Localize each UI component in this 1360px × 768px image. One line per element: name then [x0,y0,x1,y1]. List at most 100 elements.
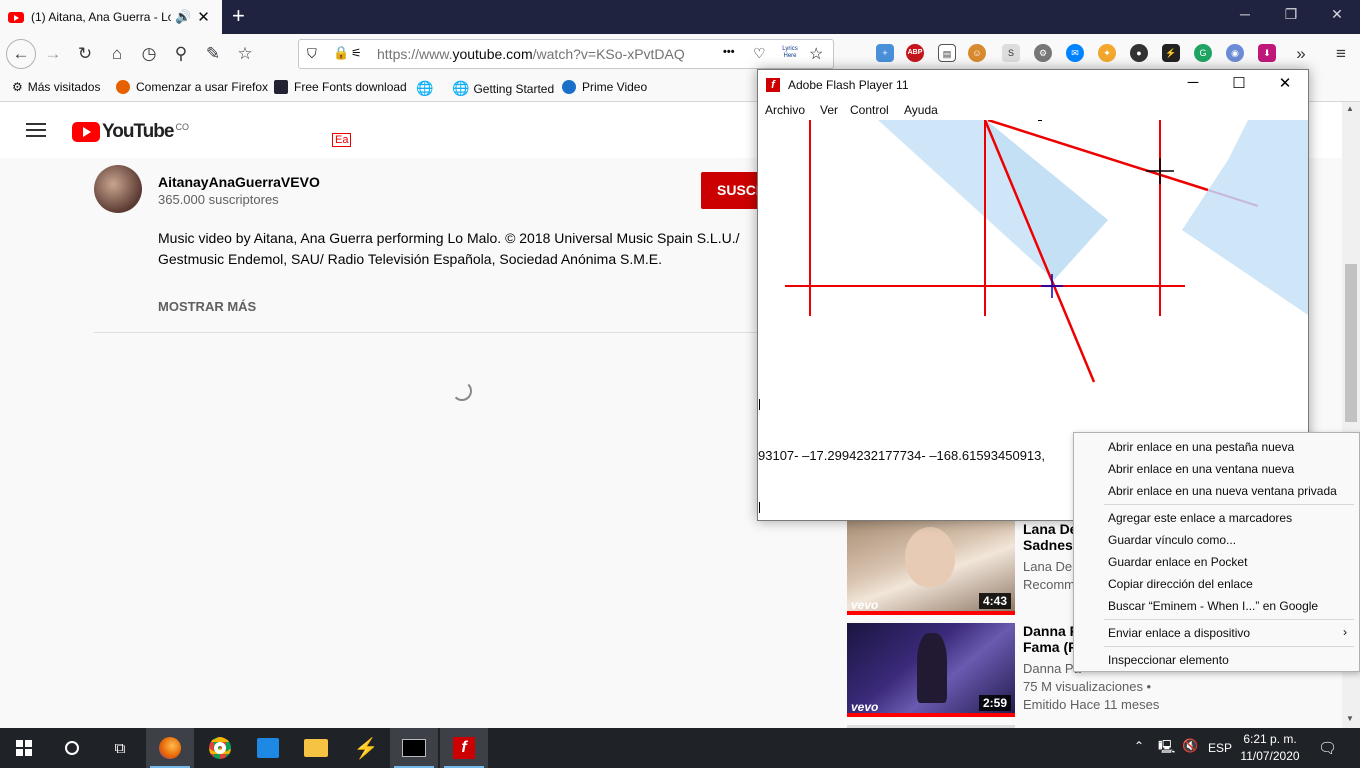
bookmark-getting-started[interactable]: 🌐 Getting Started [452,80,554,97]
notifications-icon[interactable]: 🗨 [1318,739,1337,757]
grammarly-icon[interactable]: G [1194,44,1212,62]
overflow-chevron-icon[interactable]: » [1288,41,1314,67]
bookmark-prime-video[interactable]: Prime Video [562,80,647,94]
browser-tab[interactable]: (1) Aitana, Ana Guerra - Lo M 🔊 ✕ [0,0,222,34]
ctx-send-to-device[interactable]: Enviar enlace a dispositivo [1108,626,1250,640]
reader-icon[interactable]: ▤ [938,44,956,62]
ctx-open-new-tab[interactable]: Abrir enlace en una pestaña nueva [1108,440,1294,454]
youtube-logo[interactable]: YouTube CO [72,121,189,143]
ctx-open-new-window[interactable]: Abrir enlace en una ventana nueva [1108,462,1294,476]
flash-maximize-button[interactable]: ☐ [1216,74,1262,92]
monkey-extension-icon[interactable]: ☺ [968,44,986,62]
channel-name[interactable]: AitanayAnaGuerraVEVO [158,174,320,190]
task-view-icon[interactable]: ⧉ [96,728,144,768]
scrollbar-thumb[interactable] [1345,264,1357,422]
related-video-channel: Lana Del [1023,559,1076,574]
clock-date: 11/07/2020 [1240,749,1300,763]
language-indicator[interactable]: ESP [1208,741,1232,755]
text-cursor [759,502,760,513]
forward-button[interactable]: → [40,41,66,67]
adblock-plus-icon[interactable]: ABP [906,44,924,62]
pocket-icon[interactable]: ♡ [753,45,766,62]
bookmark-free-fonts[interactable]: Free Fonts download [274,80,407,94]
s-extension-icon[interactable]: S [1002,44,1020,62]
network-icon[interactable]: 🖳 [1158,738,1175,760]
scroll-down-icon[interactable]: ▼ [1346,714,1354,723]
ctx-separator [1104,619,1354,620]
ctx-open-private-window[interactable]: Abrir enlace en una nueva ventana privad… [1108,484,1337,498]
download-extension-icon[interactable]: ⬇ [1258,44,1276,62]
history-icon[interactable]: ◷ [136,41,162,67]
hamburger-menu-icon[interactable]: ≡ [1328,41,1354,67]
home-button[interactable]: ⌂ [104,41,130,67]
ctx-save-link[interactable]: Guardar vínculo como... [1108,533,1236,547]
terminal-taskbar-icon[interactable] [390,728,438,768]
account-icon[interactable]: ● [1130,44,1148,62]
ctx-separator [1104,646,1354,647]
ctx-bookmark-link[interactable]: Agregar este enlace a marcadores [1108,511,1292,525]
menu-ayuda[interactable]: Ayuda [904,103,938,117]
speaker-icon[interactable]: 🔊 [175,9,191,25]
ctx-inspect-element[interactable]: Inspeccionar elemento [1108,653,1229,667]
ctx-copy-link[interactable]: Copiar dirección del enlace [1108,577,1253,591]
bookmark-most-visited[interactable]: ⚙ Más visitados [12,80,100,94]
flash-player-taskbar-icon[interactable]: f [440,728,488,768]
minimize-window-button[interactable]: ─ [1222,6,1268,22]
lock-icon[interactable]: 🔒 [333,45,349,61]
ctx-search-google[interactable]: Buscar “Eminem - When I...” en Google [1108,599,1318,613]
lyrics-here-extension[interactable]: Lyrics Here [781,46,799,60]
show-more-button[interactable]: MOSTRAR MÁS [158,299,256,314]
reload-button[interactable]: ↻ [72,41,98,67]
restore-window-button[interactable]: ❐ [1268,6,1314,23]
video-duration: 4:43 [978,593,1011,609]
youtube-play-icon [72,122,100,142]
x-extension-icon[interactable]: ⚡ [1162,44,1180,62]
url-bar[interactable]: ⛉ 🔒 ⚟ https://www.youtube.com/watch?v=KS… [298,39,834,69]
fox-extension-icon[interactable]: ✦ [1098,44,1116,62]
shield-icon[interactable]: ⛉ [307,46,317,62]
video-description: Music video by Aitana, Ana Guerra perfor… [158,230,740,267]
related-video-title[interactable]: Danna P Fama (R [1023,623,1079,655]
file-explorer-taskbar-icon[interactable] [292,728,340,768]
winamp-taskbar-icon[interactable]: ⚡ [342,728,390,768]
bookmark-firefox[interactable]: Comenzar a usar Firefox [116,80,268,94]
menu-control[interactable]: Control [850,103,889,117]
media-player-taskbar-icon[interactable] [244,728,292,768]
messenger-icon[interactable]: ✉ [1066,44,1084,62]
flash-titlebar: f Adobe Flash Player 11 ─ ☐ ✕ [758,70,1308,100]
firefox-icon [116,80,130,94]
back-button[interactable]: ← [6,39,36,69]
flash-close-button[interactable]: ✕ [1262,74,1308,92]
menu-ver[interactable]: Ver [820,103,838,117]
new-tab-button[interactable]: + [232,4,245,28]
firefox-taskbar-icon[interactable] [146,728,194,768]
bookmark-globe[interactable]: 🌐 [416,80,433,97]
volume-muted-icon[interactable]: 🔇 [1182,738,1198,754]
ctx-save-to-pocket[interactable]: Guardar enlace en Pocket [1108,555,1247,569]
guide-menu-icon[interactable] [26,123,46,137]
close-tab-icon[interactable]: ✕ [197,8,210,26]
extension-add-icon[interactable]: + [876,44,894,62]
chrome-taskbar-icon[interactable] [196,728,244,768]
page-actions-menu[interactable]: ••• [723,46,735,58]
close-window-button[interactable]: ✕ [1314,6,1360,23]
tools-icon[interactable]: ✎ [200,41,226,67]
search-circle-icon[interactable] [48,728,96,768]
windows-start-icon[interactable] [0,728,48,768]
related-video-thumbnail[interactable]: vevo 2:59 [847,623,1015,717]
bookmark-manager-icon[interactable]: ☆ [232,41,258,67]
search-icon[interactable]: ⚲ [168,41,194,67]
clock-time: 6:21 p. m. [1243,732,1297,746]
menu-archivo[interactable]: Archivo [765,103,805,117]
scroll-up-icon[interactable]: ▲ [1346,104,1354,113]
gear-extension-icon[interactable]: ⚙ [1034,44,1052,62]
permissions-icon[interactable]: ⚟ [351,46,362,60]
flash-minimize-button[interactable]: ─ [1170,74,1216,91]
show-hidden-icons-chevron-icon[interactable]: ⌃ [1134,739,1144,753]
related-video-thumbnail[interactable]: vevo 4:43 [847,521,1015,615]
text-cursor [759,399,760,410]
channel-avatar[interactable] [94,165,142,213]
clock[interactable]: 6:21 p. m. 11/07/2020 [1240,731,1300,765]
globe-extension-icon[interactable]: ◉ [1226,44,1244,62]
bookmark-star-icon[interactable]: ☆ [809,44,823,64]
